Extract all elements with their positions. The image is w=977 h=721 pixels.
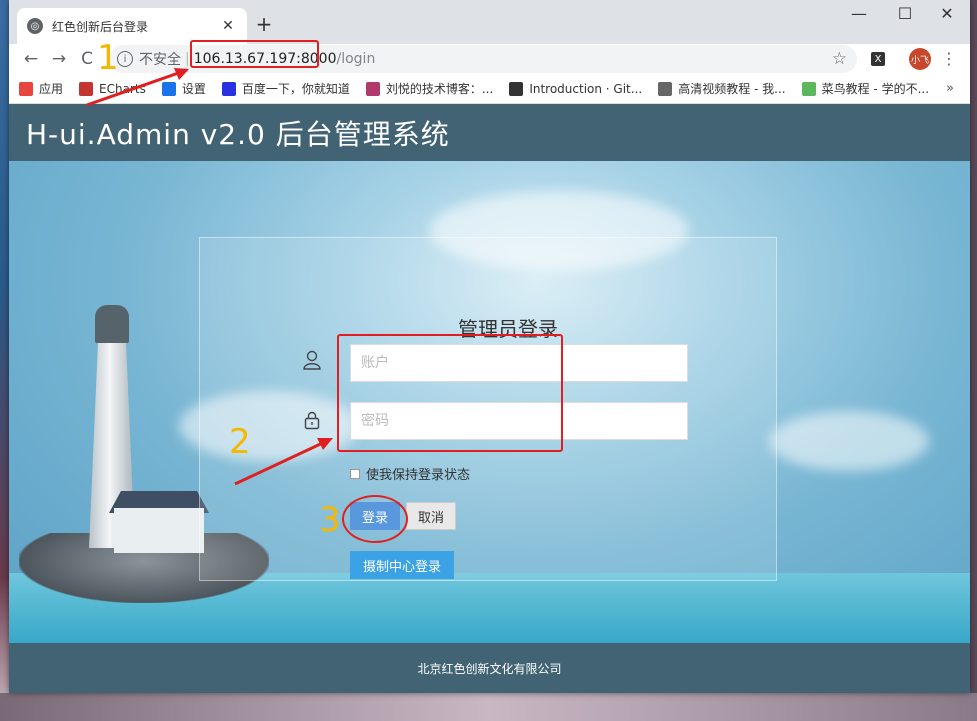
bookmark-favicon-icon <box>19 81 33 96</box>
bookmark-item[interactable]: 百度一下，你就知道 <box>221 80 350 97</box>
bookmark-label: 高清视频教程 - 我... <box>678 82 786 96</box>
annotation-arrow-2 <box>234 438 333 486</box>
remember-me[interactable]: 使我保持登录状态 <box>350 464 470 483</box>
annotation-box-url <box>190 40 319 68</box>
maximize-button[interactable]: ☐ <box>885 4 925 23</box>
minimize-button[interactable]: — <box>839 4 879 23</box>
bookmark-item[interactable]: Introduction · Git... <box>509 81 643 96</box>
bookmark-label: 刘悦的技术博客：... <box>385 82 494 96</box>
cloud-decoration <box>769 411 929 471</box>
forward-button[interactable]: → <box>45 49 73 69</box>
annotation-oval-login <box>342 495 408 543</box>
desktop-strip <box>0 0 9 721</box>
site-footer: 北京红色创新文化有限公司 <box>9 643 970 693</box>
profile-avatar[interactable]: 小飞 <box>909 48 931 70</box>
close-window-button[interactable]: ✕ <box>927 4 967 23</box>
bookmark-favicon-icon <box>509 81 524 96</box>
bookmark-favicon-icon <box>658 81 673 96</box>
tab-close-icon[interactable]: ✕ <box>219 18 237 34</box>
site-title: H-ui.Admin v2.0 后台管理系统 <box>26 117 450 151</box>
address-path: /login <box>336 51 376 67</box>
tab-title: 红色创新后台登录 <box>52 19 149 34</box>
bookmark-favicon-icon <box>365 81 380 96</box>
annotation-number-3: 3 <box>319 500 341 540</box>
bookmark-item[interactable]: 刘悦的技术博客：... <box>365 80 494 97</box>
bookmark-favicon-icon <box>221 81 236 96</box>
extension-icon[interactable]: X <box>871 52 885 66</box>
lighthouse-lamp <box>95 305 129 343</box>
cancel-button[interactable]: 取消 <box>406 502 456 530</box>
bookmark-label: 百度一下，你就知道 <box>241 82 350 96</box>
bookmark-favicon-icon <box>801 81 816 96</box>
back-button[interactable]: ← <box>17 49 45 69</box>
annotation-arrow-1 <box>86 68 189 107</box>
bookmark-item[interactable]: 应用 <box>19 80 63 97</box>
lock-icon <box>302 410 322 430</box>
desktop-background <box>0 693 977 721</box>
bookmark-item[interactable]: 菜鸟教程 - 学的不... <box>801 80 930 97</box>
bookmarks-overflow-button[interactable]: » <box>946 81 954 96</box>
bookmark-item[interactable]: 高清视频教程 - 我... <box>658 80 786 97</box>
user-icon <box>302 350 322 370</box>
bookmark-label: Introduction · Git... <box>529 81 643 96</box>
remember-checkbox[interactable] <box>350 468 360 479</box>
bookmark-label: 应用 <box>39 82 64 96</box>
tab-strip: ◎ 红色创新后台登录 ✕ + — ☐ ✕ <box>9 0 970 44</box>
tab-login[interactable]: ◎ 红色创新后台登录 ✕ <box>17 8 247 44</box>
remember-label: 使我保持登录状态 <box>366 468 471 483</box>
globe-icon: ◎ <box>27 18 43 34</box>
annotation-box-fields <box>337 334 563 452</box>
browser-window: ◎ 红色创新后台登录 ✕ + — ☐ ✕ ← → C i 不安全 | 106.1… <box>9 0 970 693</box>
footer-text: 北京红色创新文化有限公司 <box>417 661 562 676</box>
bookmark-star-icon[interactable]: ☆ <box>832 49 847 69</box>
site-header: H-ui.Admin v2.0 后台管理系统 <box>9 104 970 161</box>
center-login-button[interactable]: 摄制中心登录 <box>350 551 454 579</box>
new-tab-button[interactable]: + <box>252 12 276 36</box>
menu-kebab-icon[interactable]: ⋮ <box>939 49 959 68</box>
house-wall <box>114 508 204 553</box>
bookmark-label: 菜鸟教程 - 学的不... <box>821 82 930 96</box>
